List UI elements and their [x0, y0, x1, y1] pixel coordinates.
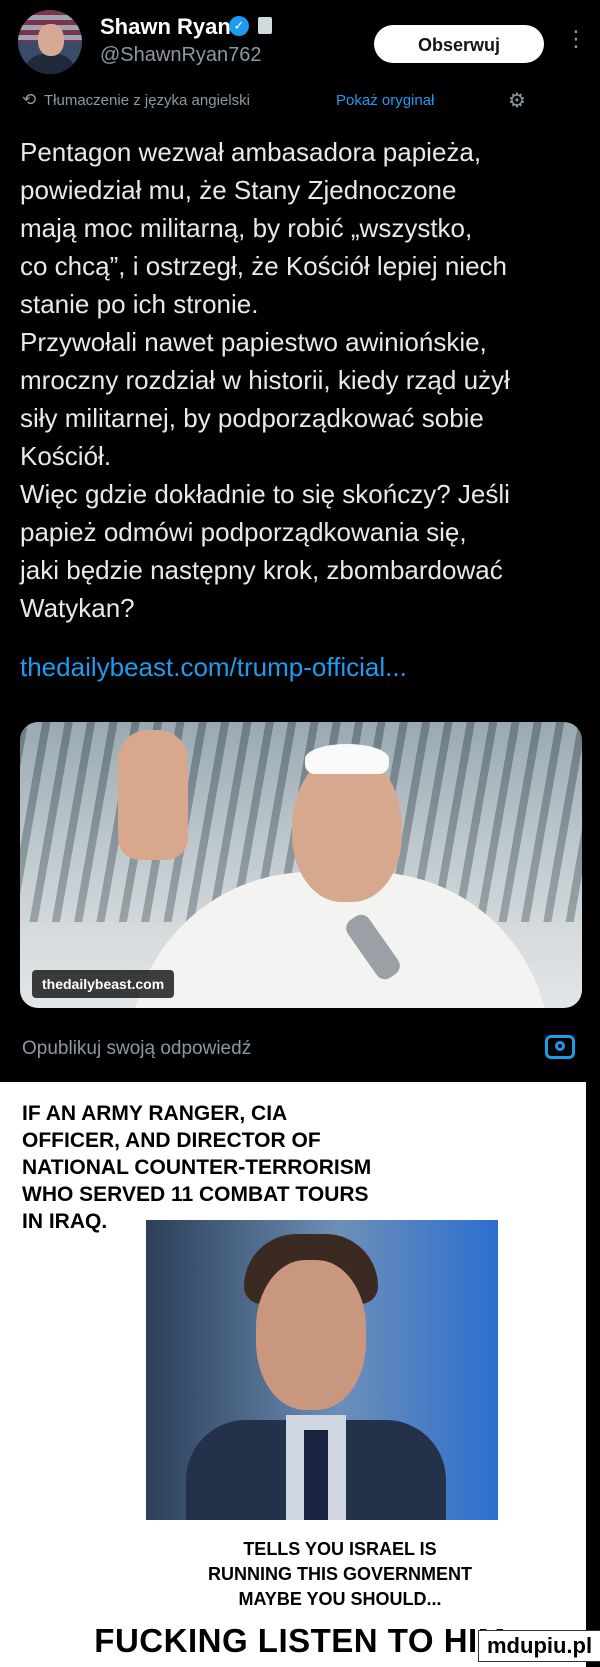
author-name[interactable]: Shawn Ryan	[100, 14, 231, 40]
tweet-text: Pentagon wezwał ambasadora papieża, powi…	[20, 137, 510, 623]
reply-input[interactable]: Opublikuj swoją odpowiedź	[22, 1038, 251, 1060]
follow-button[interactable]: Obserwuj	[374, 25, 544, 63]
meme-bottom-text: TELLS YOU ISRAEL IS RUNNING THIS GOVERNM…	[207, 1539, 472, 1609]
pope-face	[292, 752, 402, 902]
gear-icon[interactable]: ⚙	[508, 88, 526, 113]
author-handle[interactable]: @ShawnRyan762	[100, 44, 262, 67]
meme-image: IF AN ARMY RANGER, CIA OFFICER, AND DIRE…	[0, 1082, 586, 1667]
zucchetto	[305, 744, 389, 774]
show-original-link[interactable]: Pokaż oryginał	[336, 92, 434, 109]
affiliation-badge-icon	[258, 17, 272, 34]
translate-icon: ⟲	[22, 90, 37, 109]
avatar[interactable]	[18, 10, 82, 74]
raised-hand	[118, 730, 188, 860]
tweet-link[interactable]: thedailybeast.com/trump-official...	[20, 652, 407, 683]
verified-badge-icon: ✓	[229, 16, 249, 36]
more-options-icon[interactable]: ⋮	[565, 26, 587, 52]
man-face	[256, 1260, 366, 1410]
meme-top-text: IF AN ARMY RANGER, CIA OFFICER, AND DIRE…	[22, 1102, 372, 1233]
tie	[304, 1430, 328, 1520]
avatar-suit	[24, 54, 76, 74]
meme-photo	[146, 1220, 498, 1520]
camera-icon[interactable]	[545, 1035, 575, 1059]
avatar-face	[38, 24, 64, 56]
site-watermark: mdupiu.pl	[478, 1630, 600, 1662]
translation-notice: Tłumaczenie z języka angielski	[44, 92, 250, 109]
link-card-image[interactable]	[20, 722, 582, 1008]
card-domain-badge: thedailybeast.com	[32, 970, 175, 998]
